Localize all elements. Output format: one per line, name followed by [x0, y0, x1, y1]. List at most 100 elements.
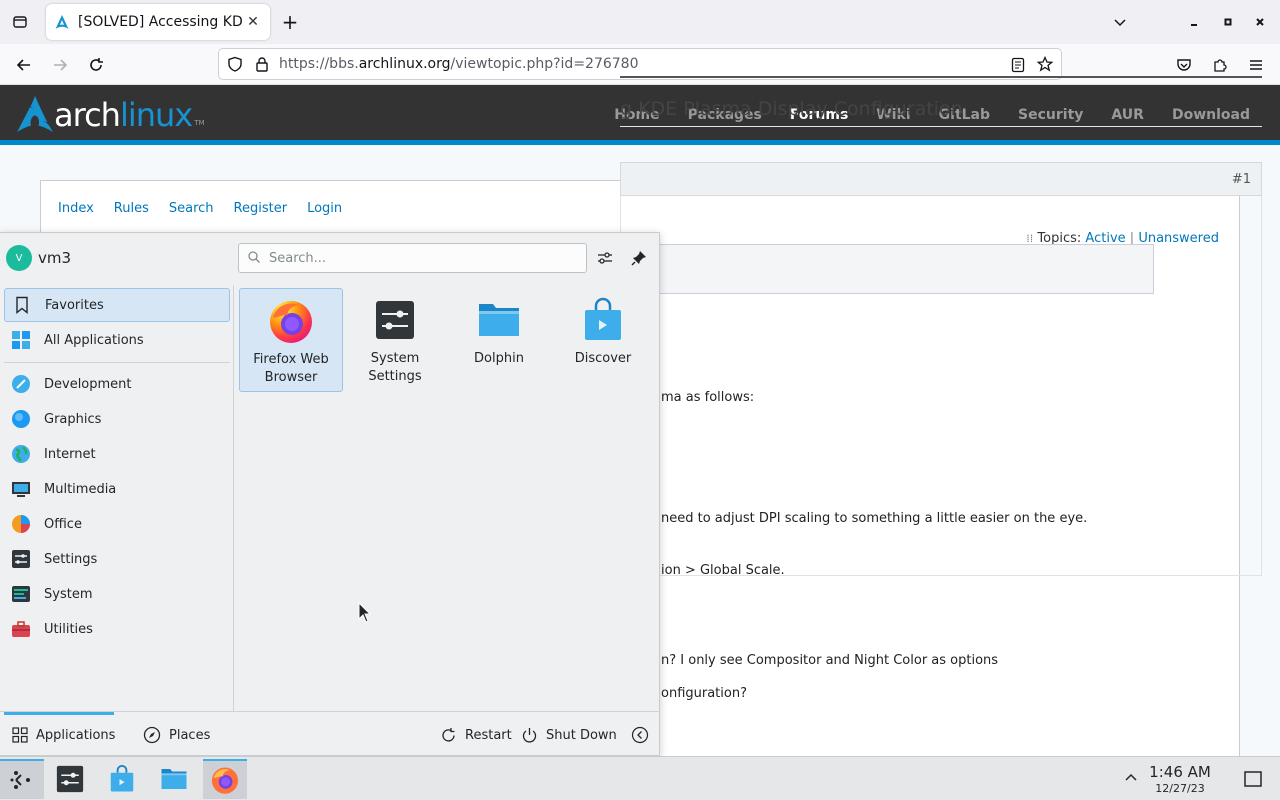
menu-register-link[interactable]: Register — [234, 201, 288, 216]
shutdown-label: Shut Down — [546, 727, 617, 743]
forward-button[interactable] — [47, 52, 73, 78]
browser-tab-active[interactable]: [SOLVED] Accessing KDE ✕ — [46, 4, 270, 40]
close-window-button[interactable] — [1248, 10, 1272, 34]
post-text-line: need to adjust DPI scaling to something … — [661, 511, 1088, 526]
app-system-settings[interactable]: System Settings — [343, 288, 447, 392]
graphics-icon — [10, 408, 32, 430]
pin-button[interactable] — [626, 245, 652, 271]
clock-date[interactable]: 12/27/23 — [1140, 782, 1220, 795]
browser-navigation-bar: https://bbs.archlinux.org/viewtopic.php?… — [0, 44, 1280, 85]
minimize-button[interactable] — [1182, 10, 1206, 34]
globe-icon — [10, 443, 32, 465]
grid-icon — [10, 329, 32, 351]
maximize-button[interactable] — [1216, 10, 1240, 34]
lock-icon[interactable] — [255, 56, 269, 72]
nav-aur[interactable]: AUR — [1111, 107, 1144, 123]
leave-more-button[interactable] — [631, 712, 657, 758]
category-label: Multimedia — [44, 481, 117, 497]
category-office[interactable]: Office — [4, 507, 230, 541]
development-icon — [10, 373, 32, 395]
launcher-search-input[interactable]: Search... — [238, 243, 587, 273]
taskbar-discover[interactable] — [100, 759, 144, 799]
menu-search-link[interactable]: Search — [169, 201, 214, 216]
app-label: Firefox Web Browser — [253, 352, 329, 385]
tab-list-icon — [13, 16, 27, 28]
search-icon — [248, 251, 260, 263]
taskbar-dolphin[interactable] — [152, 759, 196, 799]
topic-title: g KDE Plasma Display Configuration — [620, 98, 963, 120]
category-settings[interactable]: Settings — [4, 542, 230, 576]
app-menu-button[interactable] — [1243, 52, 1269, 78]
category-favorites[interactable]: Favorites — [4, 288, 230, 322]
category-internet[interactable]: Internet — [4, 437, 230, 471]
reload-button[interactable] — [83, 52, 109, 78]
taskbar-firefox[interactable] — [203, 759, 247, 799]
app-label: Dolphin — [474, 351, 524, 366]
menu-rules-link[interactable]: Rules — [114, 201, 149, 216]
category-system[interactable]: System — [4, 577, 230, 611]
bookmark-star-icon[interactable] — [1037, 56, 1053, 72]
extensions-button[interactable] — [1207, 52, 1233, 78]
search-placeholder: Search... — [269, 251, 327, 266]
restart-label: Restart — [465, 727, 512, 743]
kde-launcher-icon — [10, 771, 30, 789]
mouse-cursor-icon — [358, 602, 372, 623]
launcher-app-grid: Firefox Web Browser System Settings Dolp… — [236, 285, 660, 711]
restart-button[interactable]: Restart — [440, 712, 512, 758]
category-multimedia[interactable]: Multimedia — [4, 472, 230, 506]
category-utilities[interactable]: Utilities — [4, 612, 230, 646]
forum-menu: Index Rules Search Register Login — [58, 201, 362, 216]
new-tab-button[interactable]: + — [278, 10, 302, 34]
browser-tab-bar: [SOLVED] Accessing KDE ✕ + — [0, 0, 1280, 44]
arch-favicon-icon — [55, 15, 69, 29]
shield-icon[interactable] — [227, 56, 243, 72]
tab-overflow-chevron-icon[interactable] — [1108, 10, 1132, 34]
launcher-header: V vm3 Search... — [0, 233, 660, 285]
category-development[interactable]: Development — [4, 367, 230, 401]
configure-button[interactable] — [592, 245, 618, 271]
app-discover[interactable]: Discover — [551, 288, 655, 392]
power-icon — [521, 727, 538, 744]
pocket-button[interactable] — [1171, 52, 1197, 78]
category-graphics[interactable]: Graphics — [4, 402, 230, 436]
clock-time[interactable]: 1:46 AM — [1140, 763, 1220, 781]
title-rule — [620, 126, 1262, 127]
archlinux-logo[interactable]: archlinux TM — [16, 95, 205, 133]
tab-places[interactable]: Places — [143, 712, 210, 758]
category-label: Settings — [44, 551, 98, 567]
app-dolphin[interactable]: Dolphin — [447, 288, 551, 392]
compass-icon — [143, 726, 161, 744]
system-settings-icon — [376, 301, 414, 339]
category-label: Internet — [44, 446, 96, 462]
restart-icon — [440, 727, 457, 744]
puzzle-icon — [1214, 59, 1227, 72]
nav-download[interactable]: Download — [1172, 107, 1250, 123]
tab-applications[interactable]: Applications — [4, 712, 115, 758]
taskbar-system-settings[interactable] — [48, 759, 92, 799]
reader-view-icon[interactable] — [1011, 57, 1025, 73]
post-number-link[interactable]: #1 — [1232, 172, 1251, 187]
menu-login-link[interactable]: Login — [307, 201, 342, 216]
username: vm3 — [38, 249, 72, 267]
category-label: System — [44, 586, 93, 602]
show-desktop-button[interactable] — [1243, 769, 1263, 793]
launcher-button[interactable] — [0, 759, 44, 799]
pocket-icon — [1177, 59, 1191, 71]
nav-security[interactable]: Security — [1018, 107, 1083, 123]
menu-index-link[interactable]: Index — [58, 201, 94, 216]
back-button[interactable] — [11, 52, 37, 78]
system-tray-expand-button[interactable] — [1122, 769, 1140, 791]
post-text-line: ma as follows: — [661, 390, 755, 405]
hamburger-menu-icon — [1250, 60, 1262, 70]
system-settings-icon — [56, 765, 84, 793]
app-firefox[interactable]: Firefox Web Browser — [239, 288, 343, 392]
tab-title: [SOLVED] Accessing KDE — [78, 14, 244, 30]
discover-icon — [110, 764, 134, 792]
pin-icon — [631, 251, 646, 266]
list-all-tabs-button[interactable] — [8, 10, 32, 34]
tab-close-icon[interactable]: ✕ — [244, 14, 262, 30]
shutdown-button[interactable]: Shut Down — [521, 712, 617, 758]
avatar[interactable]: V — [6, 245, 32, 271]
category-all-applications[interactable]: All Applications — [4, 323, 230, 357]
category-label: Development — [44, 376, 132, 392]
